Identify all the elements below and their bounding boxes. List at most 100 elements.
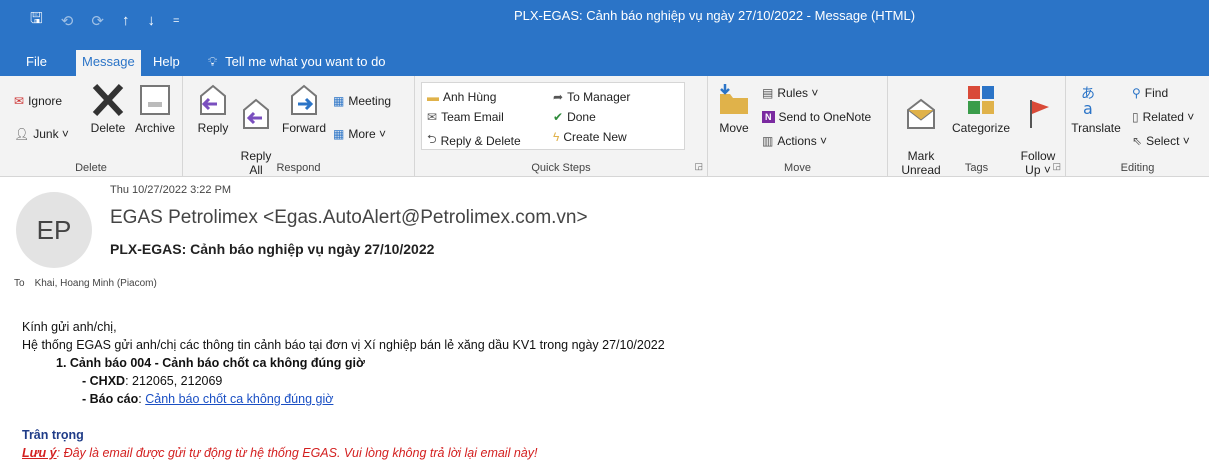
rules-icon: ▤ (762, 86, 774, 100)
chxd-label: - CHXD (82, 374, 126, 388)
mark-unread-icon (907, 98, 935, 129)
reply-button[interactable]: Reply (191, 82, 235, 135)
select-button[interactable]: ⇖ Select ˅ (1132, 134, 1190, 148)
rules-label: Rules ˅ (777, 86, 819, 100)
quick-step-create-new[interactable]: ϟ Create New (553, 130, 627, 144)
junk-icon: 👤︎ (14, 127, 30, 141)
delete-button[interactable]: Delete (84, 82, 132, 135)
auto-email-note: Lưu ý: Đây là email được gửi tự động từ … (22, 444, 665, 462)
quick-step-label: Team Email (441, 110, 504, 124)
reply-all-icon (243, 98, 269, 129)
delete-group-label: Delete (75, 162, 107, 174)
quick-step-reply-delete[interactable]: ⮌ Reply & Delete (427, 130, 521, 151)
ignore-label: Ignore (28, 94, 63, 108)
forward-button[interactable]: Forward (279, 82, 329, 135)
quick-step-to-manager[interactable]: ➦ To Manager (553, 90, 630, 104)
note-text: : Đây là email được gửi tự động từ hệ th… (56, 446, 538, 460)
group-delete: ✉ Ignore 👤︎ Junk ˅ Delete Archive Delete (0, 76, 183, 176)
tell-me-search[interactable]: 💡︎ Tell me what you want to do (202, 50, 392, 74)
alert-title: 1. Cảnh báo 004 - Cảnh báo chốt ca không… (56, 356, 365, 370)
find-button[interactable]: ⚲ Find (1132, 86, 1168, 100)
respond-group-label: Respond (276, 162, 321, 174)
ignore-icon: ✉ (14, 94, 25, 108)
quick-step-team-email[interactable]: ✉ Team Email (427, 110, 504, 124)
related-button[interactable]: ▯ Related ˅ (1132, 110, 1194, 124)
intro-text: Hệ thống EGAS gửi anh/chị các thông tin … (22, 338, 665, 352)
delete-x-icon (92, 83, 124, 117)
archive-button[interactable]: Archive (132, 82, 178, 135)
categorize-button[interactable]: Categorize (946, 82, 1016, 135)
report-line: - Báo cáo: Cảnh báo chốt ca không đúng g… (22, 390, 665, 408)
sent-date: Thu 10/27/2022 3:22 PM (110, 184, 232, 196)
cursor-icon: ⇖ (1132, 134, 1143, 148)
translate-button[interactable]: あ a Translate (1068, 82, 1124, 135)
more-respond-label: More ˅ (348, 127, 387, 141)
move-folder-icon (720, 84, 748, 114)
forward-icon (291, 84, 317, 115)
avatar[interactable]: EP (16, 192, 92, 268)
group-tags: Mark Unread Categorize Follow Up ˅ Tags … (888, 76, 1066, 177)
categorize-icon (968, 86, 994, 114)
more-respond-icon: ▦ (333, 127, 345, 141)
report-label: - Báo cáo (82, 392, 139, 406)
check-icon: ✔ (553, 110, 564, 124)
tab-file[interactable]: File (20, 50, 53, 74)
reply-label: Reply (197, 121, 229, 135)
tab-message[interactable]: Message (76, 50, 141, 76)
onenote-icon: N (762, 111, 775, 123)
message-subject: PLX-EGAS: Cảnh báo nghiệp vụ ngày 27/10/… (110, 241, 435, 257)
quick-step-label: To Manager (567, 90, 631, 104)
group-move: Move ▤ Rules ˅ N Send to OneNote ▥ Actio… (708, 76, 888, 176)
onenote-label: Send to OneNote (778, 110, 872, 124)
to-label: To (14, 278, 25, 289)
tab-help[interactable]: Help (147, 50, 186, 74)
meeting-label: Meeting (348, 94, 392, 108)
email-icon: ✉ (427, 110, 438, 124)
actions-icon: ▥ (762, 134, 774, 148)
translate-icon: あ a (1081, 86, 1095, 118)
more-respond-button[interactable]: ▦ More ˅ (333, 127, 386, 141)
recipient[interactable]: Khai, Hoang Minh (Piacom) (35, 278, 157, 289)
tell-me-label: Tell me what you want to do (225, 54, 386, 69)
ribbon: ✉ Ignore 👤︎ Junk ˅ Delete Archive Delete (0, 76, 1209, 177)
quick-step-done[interactable]: ✔ Done (553, 110, 596, 124)
report-link[interactable]: Cảnh báo chốt ca không đúng giờ (145, 392, 333, 406)
delete-label: Delete (90, 121, 126, 135)
flag-icon (1030, 100, 1049, 128)
quick-step-label: Create New (563, 130, 627, 144)
sender[interactable]: EGAS Petrolimex <Egas.AutoAlert@Petrolim… (110, 207, 588, 229)
send-to-onenote-button[interactable]: N Send to OneNote (762, 110, 871, 124)
related-label: Related ˅ (1142, 110, 1195, 124)
svg-text:a: a (1083, 99, 1093, 118)
ribbon-tabs: File Message Help 💡︎ Tell me what you wa… (0, 48, 1209, 76)
closing: Trân trọng (22, 428, 84, 442)
quick-step-anh-hung[interactable]: ▬ Anh Hùng (427, 90, 496, 104)
quick-step-label: Anh Hùng (443, 90, 497, 104)
dialog-launcher-icon[interactable]: ◲ (694, 161, 703, 172)
quick-step-label: Reply & Delete (440, 133, 521, 148)
meeting-calendar-icon: ▦ (333, 94, 345, 108)
meeting-button[interactable]: ▦ Meeting (333, 94, 391, 108)
quick-steps-group-label: Quick Steps (531, 162, 591, 174)
select-label: Select ˅ (1146, 134, 1190, 148)
rules-button[interactable]: ▤ Rules ˅ (762, 86, 818, 100)
chxd-line: - CHXD: 212065, 212069 (22, 372, 665, 390)
search-icon: ⚲ (1132, 86, 1141, 100)
junk-button[interactable]: 👤︎ Junk ˅ (14, 127, 69, 141)
categorize-label: Categorize (951, 121, 1011, 135)
quick-step-label: Done (567, 110, 596, 124)
recipients-line: To Khai, Hoang Minh (Piacom) (14, 278, 157, 289)
actions-button[interactable]: ▥ Actions ˅ (762, 134, 827, 148)
move-button[interactable]: Move (714, 82, 754, 135)
lightning-icon: ϟ (553, 130, 560, 144)
chxd-value: : 212065, 212069 (125, 374, 223, 388)
translate-label: Translate (1071, 121, 1121, 135)
tags-dialog-launcher-icon[interactable]: ◲ (1052, 161, 1061, 172)
actions-label: Actions ˅ (777, 134, 828, 148)
reply-icon (200, 84, 226, 115)
find-label: Find (1144, 86, 1169, 100)
ignore-button[interactable]: ✉ Ignore (14, 94, 62, 108)
message-body: Kính gửi anh/chị, Hệ thống EGAS gửi anh/… (22, 318, 665, 462)
move-group-label: Move (784, 162, 811, 174)
group-respond: Reply Reply All Forward ▦ Meeting ▦ More… (183, 76, 415, 177)
